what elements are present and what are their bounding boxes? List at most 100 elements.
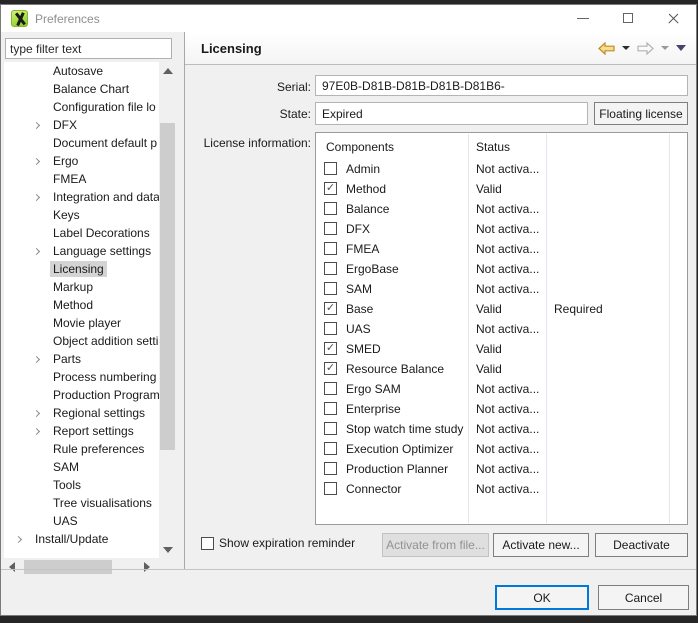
scroll-down-icon[interactable] bbox=[163, 547, 173, 553]
state-field[interactable]: Expired bbox=[315, 102, 588, 125]
horizontal-scroll-thumb[interactable] bbox=[24, 560, 112, 574]
forward-arrow-icon[interactable] bbox=[637, 42, 654, 55]
tree-item-process-numbering-w[interactable]: Process numbering w bbox=[4, 368, 159, 386]
tree-vertical-scrollbar[interactable] bbox=[159, 62, 176, 559]
tree-item-report-settings[interactable]: Report settings bbox=[4, 422, 159, 440]
table-row-uas[interactable]: UASNot activa... bbox=[316, 319, 687, 339]
component-checkbox[interactable] bbox=[324, 162, 337, 175]
component-name: Ergo SAM bbox=[346, 382, 466, 396]
component-checkbox[interactable] bbox=[324, 482, 337, 495]
table-row-balance[interactable]: BalanceNot activa... bbox=[316, 199, 687, 219]
cancel-button[interactable]: Cancel bbox=[598, 585, 689, 610]
tree-item-fmea[interactable]: FMEA bbox=[4, 170, 159, 188]
floating-license-button[interactable]: Floating license bbox=[594, 102, 688, 125]
chevron-right-icon[interactable] bbox=[32, 249, 50, 254]
table-row-production-planner[interactable]: Production PlannerNot activa... bbox=[316, 459, 687, 479]
minimize-button[interactable] bbox=[561, 5, 606, 32]
component-checkbox[interactable] bbox=[324, 422, 337, 435]
chevron-right-icon[interactable] bbox=[32, 357, 50, 362]
table-row-stop-watch-time-study[interactable]: Stop watch time studyNot activa... bbox=[316, 419, 687, 439]
ok-button[interactable]: OK bbox=[495, 585, 589, 610]
tree-item-tree-visualisations[interactable]: Tree visualisations bbox=[4, 494, 159, 512]
table-row-fmea[interactable]: FMEANot activa... bbox=[316, 239, 687, 259]
tree-item-licensing[interactable]: Licensing bbox=[4, 260, 159, 278]
table-row-admin[interactable]: AdminNot activa... bbox=[316, 159, 687, 179]
tree-item-parts[interactable]: Parts bbox=[4, 350, 159, 368]
tree-item-integration-and-data[interactable]: Integration and data bbox=[4, 188, 159, 206]
tree-item-label-decorations[interactable]: Label Decorations bbox=[4, 224, 159, 242]
table-row-enterprise[interactable]: EnterpriseNot activa... bbox=[316, 399, 687, 419]
component-checkbox[interactable] bbox=[324, 222, 337, 235]
components-column-header[interactable]: Components bbox=[326, 140, 394, 154]
checkbox-icon[interactable] bbox=[201, 537, 214, 550]
component-checkbox[interactable] bbox=[324, 442, 337, 455]
tree-item-configuration-file-lo[interactable]: Configuration file lo bbox=[4, 98, 159, 116]
scroll-left-icon[interactable] bbox=[9, 562, 15, 572]
component-checkbox[interactable] bbox=[324, 362, 337, 375]
chevron-right-icon[interactable] bbox=[32, 411, 50, 416]
back-history-dropdown-icon[interactable] bbox=[622, 46, 630, 50]
component-checkbox[interactable] bbox=[324, 322, 337, 335]
tree-item-uas[interactable]: UAS bbox=[4, 512, 159, 530]
scroll-right-icon[interactable] bbox=[144, 562, 150, 572]
chevron-right-icon[interactable] bbox=[32, 123, 50, 128]
forward-history-dropdown-icon[interactable] bbox=[661, 46, 669, 50]
tree-item-method[interactable]: Method bbox=[4, 296, 159, 314]
tree-item-label: Movie player bbox=[50, 315, 124, 331]
tree-item-balance-chart[interactable]: Balance Chart bbox=[4, 80, 159, 98]
component-checkbox[interactable] bbox=[324, 342, 337, 355]
chevron-right-icon[interactable] bbox=[32, 429, 50, 434]
table-row-ergobase[interactable]: ErgoBaseNot activa... bbox=[316, 259, 687, 279]
tree-item-rule-preferences[interactable]: Rule preferences bbox=[4, 440, 159, 458]
table-row-sam[interactable]: SAMNot activa... bbox=[316, 279, 687, 299]
close-button[interactable] bbox=[651, 5, 696, 32]
maximize-button[interactable] bbox=[606, 5, 651, 32]
back-arrow-icon[interactable] bbox=[598, 42, 615, 55]
component-checkbox[interactable] bbox=[324, 382, 337, 395]
chevron-right-icon[interactable] bbox=[14, 537, 32, 542]
tree-horizontal-scrollbar[interactable] bbox=[4, 559, 155, 575]
component-checkbox[interactable] bbox=[324, 402, 337, 415]
filter-input[interactable] bbox=[5, 38, 172, 59]
tree-item-ergo[interactable]: Ergo bbox=[4, 152, 159, 170]
table-row-base[interactable]: BaseValidRequired bbox=[316, 299, 687, 319]
tree-item-dfx[interactable]: DFX bbox=[4, 116, 159, 134]
table-row-resource-balance[interactable]: Resource BalanceValid bbox=[316, 359, 687, 379]
chevron-right-icon[interactable] bbox=[32, 159, 50, 164]
tree-item-document-default-p[interactable]: Document default p bbox=[4, 134, 159, 152]
serial-field[interactable]: 97E0B-D81B-D81B-D81B-D81B6- bbox=[315, 75, 688, 96]
tree-item-install-update[interactable]: Install/Update bbox=[4, 530, 159, 548]
component-name: Admin bbox=[346, 162, 466, 176]
component-checkbox[interactable] bbox=[324, 202, 337, 215]
tree-item-production-program[interactable]: Production Program bbox=[4, 386, 159, 404]
component-checkbox[interactable] bbox=[324, 282, 337, 295]
tree-item-regional-settings[interactable]: Regional settings bbox=[4, 404, 159, 422]
table-row-smed[interactable]: SMEDValid bbox=[316, 339, 687, 359]
vertical-scroll-thumb[interactable] bbox=[160, 123, 175, 450]
show-expiration-reminder-checkbox[interactable]: Show expiration reminder bbox=[201, 536, 355, 550]
activate-new-button[interactable]: Activate new... bbox=[493, 533, 589, 557]
table-row-dfx[interactable]: DFXNot activa... bbox=[316, 219, 687, 239]
tree-item-sam[interactable]: SAM bbox=[4, 458, 159, 476]
tree-item-keys[interactable]: Keys bbox=[4, 206, 159, 224]
deactivate-button[interactable]: Deactivate bbox=[595, 533, 688, 557]
chevron-right-icon[interactable] bbox=[32, 195, 50, 200]
table-row-ergo-sam[interactable]: Ergo SAMNot activa... bbox=[316, 379, 687, 399]
tree-item-language-settings[interactable]: Language settings bbox=[4, 242, 159, 260]
component-checkbox[interactable] bbox=[324, 302, 337, 315]
status-column-header[interactable]: Status bbox=[476, 140, 510, 154]
scroll-up-icon[interactable] bbox=[163, 68, 173, 74]
component-checkbox[interactable] bbox=[324, 262, 337, 275]
tree-item-autosave[interactable]: Autosave bbox=[4, 62, 159, 80]
tree-item-movie-player[interactable]: Movie player bbox=[4, 314, 159, 332]
table-row-execution-optimizer[interactable]: Execution OptimizerNot activa... bbox=[316, 439, 687, 459]
view-menu-dropdown-icon[interactable] bbox=[676, 45, 686, 51]
component-checkbox[interactable] bbox=[324, 462, 337, 475]
tree-item-tools[interactable]: Tools bbox=[4, 476, 159, 494]
tree-item-object-addition-setti[interactable]: Object addition setti bbox=[4, 332, 159, 350]
component-checkbox[interactable] bbox=[324, 242, 337, 255]
tree-item-markup[interactable]: Markup bbox=[4, 278, 159, 296]
table-row-method[interactable]: MethodValid bbox=[316, 179, 687, 199]
table-row-connector[interactable]: ConnectorNot activa... bbox=[316, 479, 687, 499]
component-checkbox[interactable] bbox=[324, 182, 337, 195]
